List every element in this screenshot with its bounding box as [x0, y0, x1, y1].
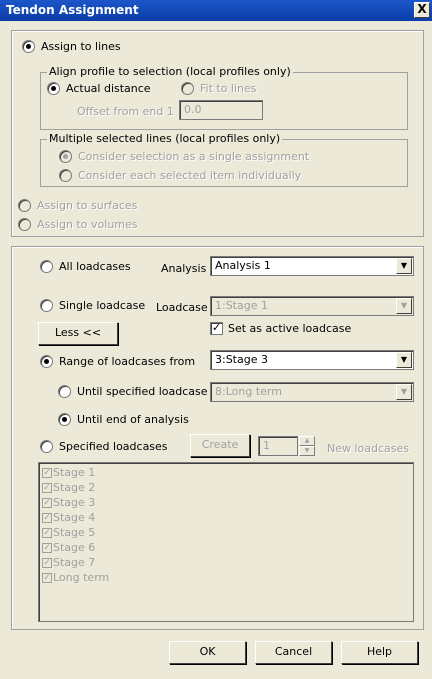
radio-assign-surfaces[interactable]: Assign to surfaces: [18, 199, 137, 212]
radio-indicator: [22, 40, 35, 53]
multiple-lines-label: Multiple selected lines (local profiles …: [47, 132, 283, 145]
analysis-select[interactable]: Analysis 1 ▼: [210, 256, 414, 276]
chevron-down-icon[interactable]: ▼: [396, 352, 412, 368]
count-spinner[interactable]: ▲ ▼: [299, 436, 315, 456]
check-icon: ✓: [42, 482, 52, 493]
loadcase-list[interactable]: ✓ Stage 1 ✓ Stage 2 ✓ Stage 3 ✓ Stage 4 ✓ Sta…: [38, 462, 414, 622]
ok-button[interactable]: OK: [169, 641, 246, 664]
check-icon: ✓: [42, 527, 52, 538]
offset-label: Offset from end 1: [77, 105, 174, 118]
list-item[interactable]: ✓ Stage 2: [42, 480, 410, 495]
create-button[interactable]: Create: [190, 434, 250, 457]
spin-down-icon[interactable]: ▼: [299, 446, 315, 456]
checkbox-set-active[interactable]: ✓ Set as active loadcase: [210, 322, 351, 335]
radio-specified-loadcases[interactable]: Specified loadcases: [40, 440, 168, 453]
radio-actual-distance[interactable]: Actual distance: [47, 82, 151, 95]
new-loadcases-label: New loadcases: [327, 442, 410, 455]
check-icon: ✓: [42, 512, 52, 523]
list-item[interactable]: ✓ Stage 5: [42, 525, 410, 540]
chevron-down-icon[interactable]: ▼: [396, 384, 412, 400]
list-item[interactable]: ✓ Stage 6: [42, 540, 410, 555]
radio-single-assignment[interactable]: Consider selection as a single assignmen…: [59, 150, 309, 163]
check-icon: ✓: [42, 557, 52, 568]
close-icon[interactable]: X: [414, 2, 430, 18]
list-item[interactable]: ✓ Stage 1: [42, 465, 410, 480]
chevron-down-icon[interactable]: ▼: [396, 258, 412, 274]
radio-until-end[interactable]: Until end of analysis: [58, 413, 189, 426]
check-icon: ✓: [42, 542, 52, 553]
loadcase-label: Loadcase: [156, 301, 208, 314]
radio-assign-lines[interactable]: Assign to lines: [22, 40, 121, 53]
align-profile-label: Align profile to selection (local profil…: [47, 65, 293, 78]
offset-field[interactable]: 0.0: [179, 100, 263, 120]
window-title: Tendon Assignment: [6, 3, 139, 17]
title-bar: Tendon Assignment X: [0, 0, 432, 21]
check-icon: ✓: [42, 497, 52, 508]
radio-assign-volumes[interactable]: Assign to volumes: [18, 218, 138, 231]
less-button[interactable]: Less <<: [38, 322, 118, 345]
radio-each-item[interactable]: Consider each selected item individually: [59, 169, 301, 182]
radio-all-loadcases[interactable]: All loadcases: [40, 260, 131, 273]
list-item[interactable]: ✓ Stage 7: [42, 555, 410, 570]
cancel-button[interactable]: Cancel: [255, 641, 332, 664]
check-icon: ✓: [210, 321, 223, 335]
list-item[interactable]: ✓ Long term: [42, 570, 410, 585]
range-select[interactable]: 3:Stage 3 ▼: [210, 350, 414, 370]
radio-range-loadcases[interactable]: Range of loadcases from: [40, 355, 195, 368]
list-item[interactable]: ✓ Stage 3: [42, 495, 410, 510]
analysis-label: Analysis: [161, 262, 207, 275]
help-button[interactable]: Help: [341, 641, 418, 664]
radio-single-loadcase[interactable]: Single loadcase: [40, 299, 145, 312]
check-icon: ✓: [42, 467, 52, 478]
check-icon: ✓: [42, 572, 52, 583]
chevron-down-icon[interactable]: ▼: [396, 298, 412, 314]
loadcase-select[interactable]: 1:Stage 1 ▼: [210, 296, 414, 316]
radio-fit-to-lines[interactable]: Fit to lines: [181, 82, 257, 95]
list-item[interactable]: ✓ Stage 4: [42, 510, 410, 525]
until-select[interactable]: 8:Long term ▼: [210, 382, 414, 402]
radio-until-specified[interactable]: Until specified loadcase: [58, 385, 208, 398]
new-count-field[interactable]: 1: [258, 436, 298, 456]
spin-up-icon[interactable]: ▲: [299, 436, 315, 446]
